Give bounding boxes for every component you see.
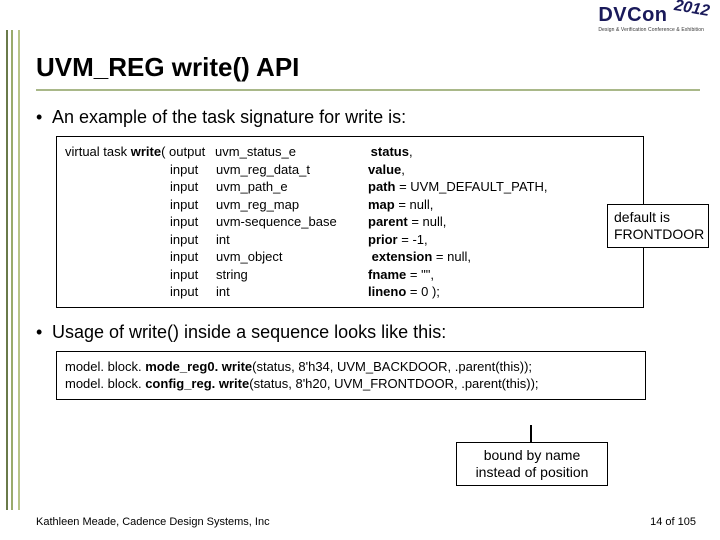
- callout-line: default is: [614, 209, 702, 226]
- sig-dir: input: [170, 231, 216, 249]
- slide-content: UVM_REG write() API An example of the ta…: [36, 52, 700, 414]
- footer-author: Kathleen Meade, Cadence Design Systems, …: [36, 516, 270, 528]
- sig-dir: input: [170, 283, 216, 301]
- sig-row: inputuvm_reg_data_tvalue,: [65, 161, 635, 179]
- logo-dv: DV: [598, 4, 627, 26]
- sig-post: = "",: [406, 267, 434, 282]
- logo-con: Con: [627, 4, 667, 26]
- callout-named-binding: bound by name instead of position: [456, 442, 608, 486]
- sig-arg: fname: [368, 267, 406, 282]
- sig-arg: path: [368, 179, 395, 194]
- sig-lead: virtual task: [65, 144, 131, 159]
- usage-l2a: model. block.: [65, 376, 145, 391]
- callout-line: bound by name: [463, 447, 601, 464]
- usage-line: model. block. config_reg. write(status, …: [65, 375, 637, 393]
- sig-row: virtual task write( outputuvm_status_e s…: [65, 143, 635, 161]
- sig-post: = -1,: [398, 232, 428, 247]
- usage-line: model. block. mode_reg0. write(status, 8…: [65, 358, 637, 376]
- bullet-1: An example of the task signature for wri…: [36, 107, 700, 128]
- sig-post: = null,: [432, 249, 471, 264]
- sig-post: ,: [409, 144, 413, 159]
- sig-post: = null,: [395, 197, 434, 212]
- sig-row: inputuvm_path_epath = UVM_DEFAULT_PATH,: [65, 178, 635, 196]
- callout-frontdoor: default is FRONTDOOR: [607, 204, 709, 248]
- sig-arg: extension: [372, 249, 433, 264]
- usage-box: model. block. mode_reg0. write(status, 8…: [56, 351, 646, 400]
- callout-line: instead of position: [463, 464, 601, 481]
- page-title: UVM_REG write() API: [36, 52, 700, 91]
- usage-l1c: (status, 8'h34, UVM_BACKDOOR, .parent(th…: [252, 359, 532, 374]
- sig-dir: input: [170, 161, 216, 179]
- sig-row: inputintprior = -1,: [65, 231, 635, 249]
- sig-dir: input: [170, 248, 216, 266]
- sig-arg: map: [368, 197, 395, 212]
- sig-dir: output: [169, 143, 215, 161]
- sig-fn: write: [131, 144, 161, 159]
- sig-type: uvm_reg_data_t: [216, 161, 368, 179]
- connector-line: [530, 425, 532, 442]
- sig-row: inputintlineno = 0 );: [65, 283, 635, 301]
- sig-post: = null,: [408, 214, 447, 229]
- sig-post: ,: [401, 162, 405, 177]
- sig-dir: input: [170, 196, 216, 214]
- sig-type: int: [216, 283, 368, 301]
- sig-arg: parent: [368, 214, 408, 229]
- sig-arg: value: [368, 162, 401, 177]
- sig-arg: status: [371, 144, 409, 159]
- sig-dir: input: [170, 266, 216, 284]
- left-accent-rail: [6, 30, 20, 510]
- sig-type: uvm-sequence_base: [216, 213, 368, 231]
- sig-row: inputuvm_object extension = null,: [65, 248, 635, 266]
- sig-type: uvm_reg_map: [216, 196, 368, 214]
- callout-line: FRONTDOOR: [614, 226, 702, 243]
- sig-dir: input: [170, 213, 216, 231]
- sig-row: inputstringfname = "",: [65, 266, 635, 284]
- sig-type: uvm_path_e: [216, 178, 368, 196]
- usage-l2b: config_reg. write: [145, 376, 249, 391]
- sig-type: string: [216, 266, 368, 284]
- sig-arg: lineno: [368, 284, 406, 299]
- sig-type: uvm_status_e: [215, 143, 367, 161]
- sig-arg: prior: [368, 232, 398, 247]
- logo-sub: Design & Verification Conference & Exhib…: [598, 27, 704, 33]
- sig-row: inputuvm-sequence_baseparent = null,: [65, 213, 635, 231]
- sig-open: (: [161, 144, 169, 159]
- usage-l1b: mode_reg0. write: [145, 359, 252, 374]
- sig-post: = UVM_DEFAULT_PATH,: [395, 179, 547, 194]
- logo-block: DVCon 2012 Design & Verification Confere…: [598, 4, 704, 33]
- bullet-2: Usage of write() inside a sequence looks…: [36, 322, 700, 343]
- usage-l1a: model. block.: [65, 359, 145, 374]
- usage-l2c: (status, 8'h20, UVM_FRONTDOOR, .parent(t…: [249, 376, 538, 391]
- sig-type: int: [216, 231, 368, 249]
- footer-page: 14 of 105: [650, 516, 696, 528]
- sig-dir: input: [170, 178, 216, 196]
- sig-post: = 0 );: [406, 284, 440, 299]
- sig-row: inputuvm_reg_mapmap = null,: [65, 196, 635, 214]
- sig-type: uvm_object: [216, 248, 368, 266]
- signature-box: virtual task write( outputuvm_status_e s…: [56, 136, 644, 308]
